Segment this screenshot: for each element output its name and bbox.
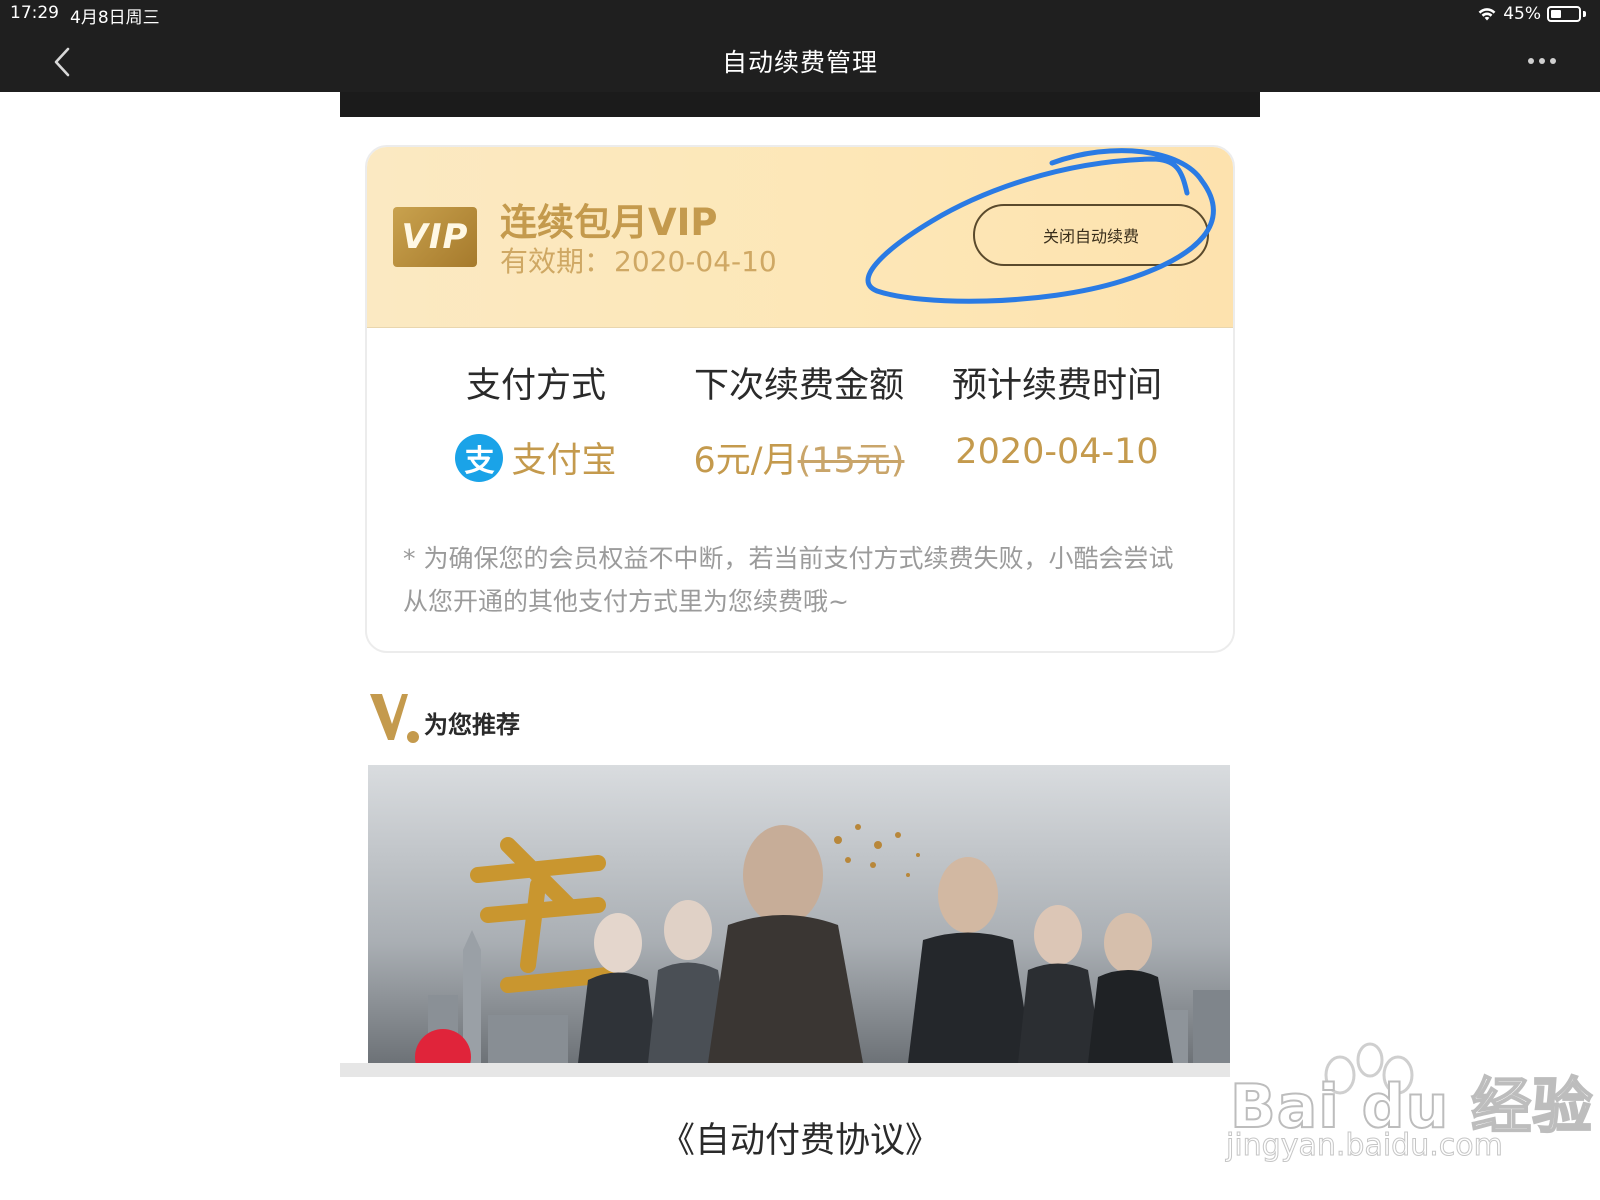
close-auto-renew-button[interactable]: 关闭自动续费	[973, 204, 1209, 266]
vip-card: VIP 连续包月VIP 有效期：2020-04-10 关闭自动续费 支付方式 支…	[365, 145, 1235, 653]
renewal-note: * 为确保您的会员权益不中断，若当前支付方式续费失败，小酷会尝试从您开通的其他支…	[403, 544, 1174, 616]
v-logo-icon	[370, 694, 419, 743]
renew-time-column: 预计续费时间 2020-04-10	[947, 357, 1167, 472]
plan-name: 连续包月VIP	[500, 201, 718, 244]
plan-valid: 有效期：2020-04-10	[500, 240, 777, 280]
page-title: 自动续费管理	[721, 48, 878, 77]
payment-method-label: 支付方式	[465, 366, 606, 406]
battery-tip	[1583, 11, 1586, 17]
watermark-url: jingyan.baidu.com	[1226, 1128, 1504, 1164]
payment-method-name: 支付宝	[511, 441, 617, 481]
payment-method-column: 支付方式 支 支付宝	[427, 357, 645, 483]
vip-badge-text: VIP	[401, 217, 469, 257]
battery-icon	[1547, 6, 1581, 22]
original-price: (15元)	[797, 441, 905, 481]
banner-artwork	[368, 765, 1230, 1063]
renew-time-label: 预计续费时间	[951, 366, 1162, 406]
status-indicators: 45%	[1477, 3, 1586, 25]
status-date: 4月8日周三	[70, 8, 160, 28]
vip-badge-icon: VIP	[393, 207, 477, 267]
recommend-title: 为您推荐	[424, 711, 520, 739]
renew-time-value: 2020-04-10	[955, 432, 1159, 472]
valid-label: 有效期：	[500, 245, 613, 278]
next-amount-column: 下次续费金额 6元/月 (15元)	[683, 357, 915, 483]
auto-pay-agreement-text[interactable]: 《自动付费协议》	[660, 1121, 940, 1161]
next-amount-value: 6元/月 (15元)	[683, 432, 915, 483]
battery-percent: 45%	[1503, 4, 1541, 24]
recommend-banner[interactable]	[368, 765, 1230, 1063]
more-dots-icon	[1528, 58, 1534, 64]
next-amount-label: 下次续费金额	[693, 366, 904, 406]
recommend-header: 为您推荐	[368, 690, 520, 744]
top-dark-strip	[340, 92, 1260, 117]
alipay-icon: 支	[455, 433, 504, 482]
next-amount-price: 6元/月	[693, 441, 798, 481]
wifi-icon	[1478, 8, 1496, 21]
banner-bottom-strip	[340, 1063, 1230, 1077]
top-bar: 17:29 4月8日周三 45% 自动续费管理	[0, 0, 1600, 92]
vip-card-header: VIP 连续包月VIP 有效期：2020-04-10 关闭自动续费	[367, 147, 1233, 328]
valid-date: 2020-04-10	[614, 245, 777, 278]
more-button[interactable]	[1522, 46, 1562, 76]
payment-method-value: 支 支付宝	[427, 432, 645, 483]
status-time: 17:29	[10, 3, 59, 23]
